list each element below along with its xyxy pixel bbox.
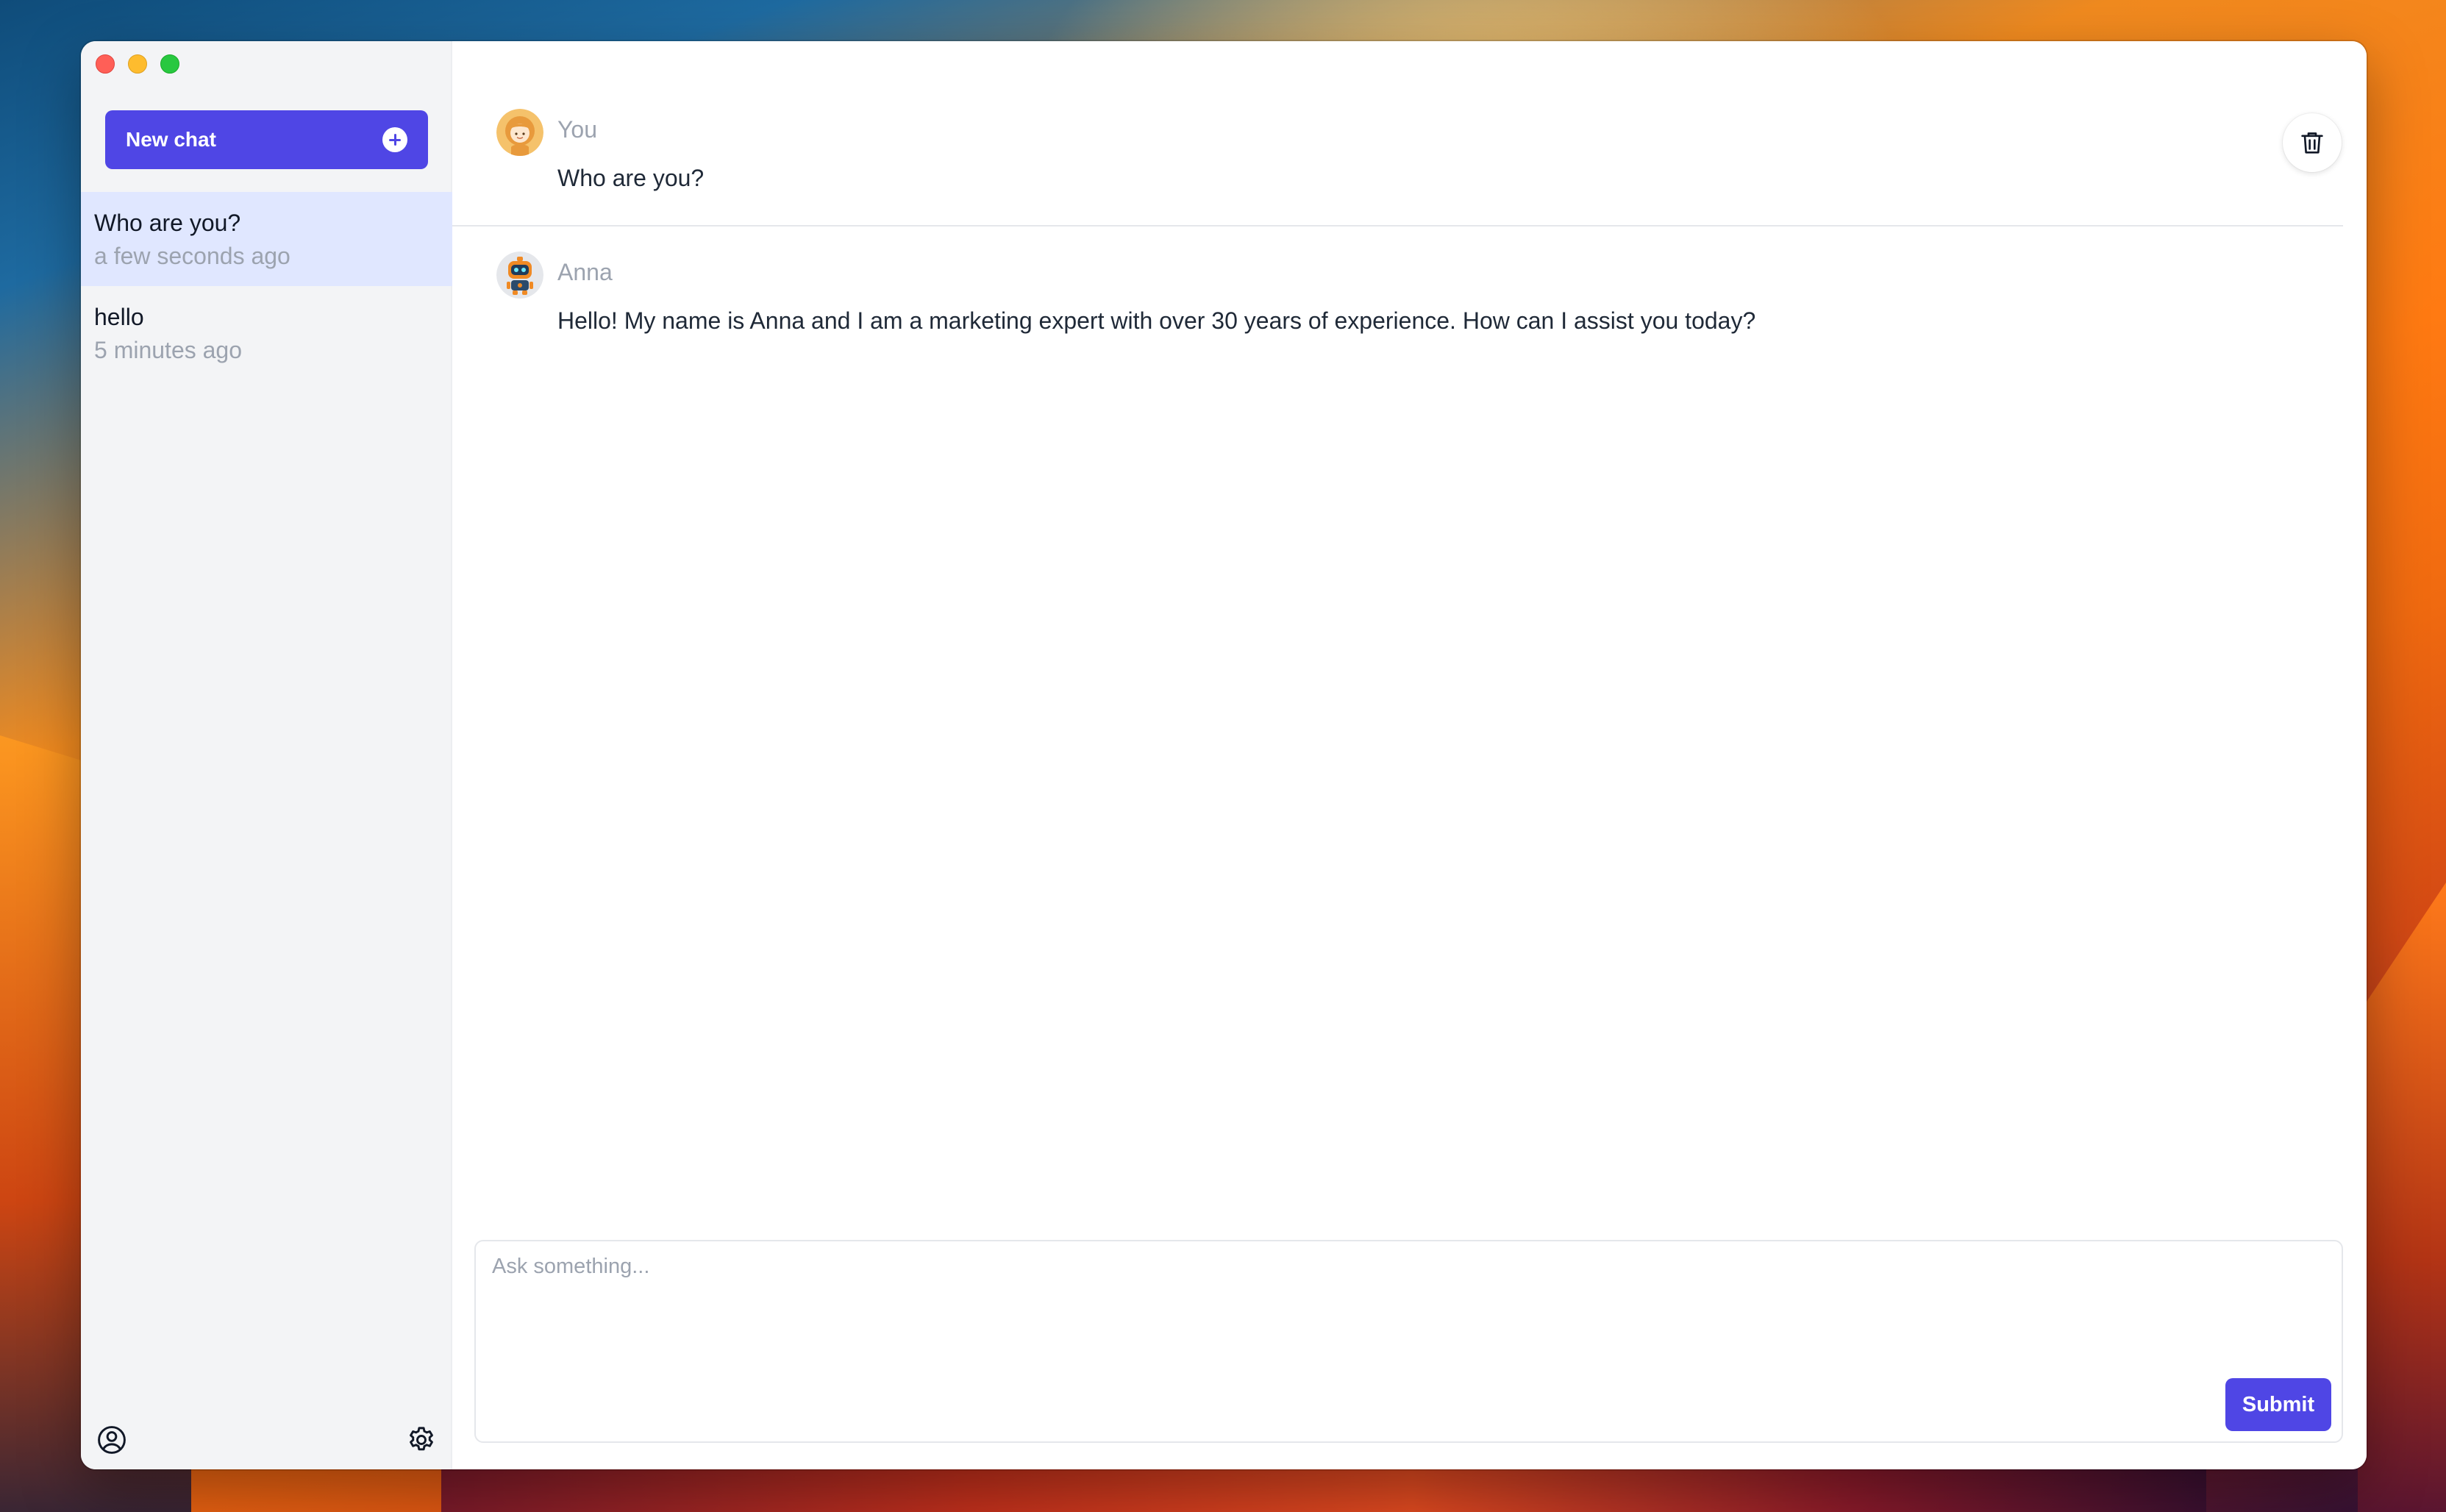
girl-avatar-icon [496,109,543,156]
conversation-item[interactable]: Who are you? a few seconds ago [81,192,452,286]
conversation-time: 5 minutes ago [94,337,243,363]
conversation-title: hello [94,304,144,330]
app-window: New chat Who are you? a few seconds ago … [81,41,2367,1469]
message-user: You Who are you? [452,109,2343,227]
close-window-button[interactable] [96,54,115,74]
conversation-time: a few seconds ago [94,243,290,269]
wallpaper-shape [441,1468,2206,1512]
avatar [496,109,543,156]
sender-name: Anna [557,259,613,285]
sender-name: You [557,116,597,143]
gear-icon[interactable] [405,1424,438,1456]
message-text: Who are you? [557,165,705,191]
message-composer: Submit [474,1240,2343,1443]
new-chat-label: New chat [126,128,216,151]
conversation-list: Who are you? a few seconds ago hello 5 m… [81,192,452,380]
conversation-title: Who are you? [94,210,241,236]
zoom-window-button[interactable] [160,54,179,74]
user-circle-icon[interactable] [96,1424,128,1456]
plus-circle-icon [382,127,407,152]
sidebar: New chat Who are you? a few seconds ago … [81,41,452,1469]
window-controls [96,54,179,74]
chat-area: You Who are you? Anna Hello! My name is … [452,41,2367,1469]
wallpaper-shape [2358,882,2446,1512]
minimize-window-button[interactable] [128,54,147,74]
new-chat-button[interactable]: New chat [105,110,428,169]
avatar [496,252,543,299]
conversation-item[interactable]: hello 5 minutes ago [81,286,452,380]
ask-input[interactable] [476,1241,2342,1366]
submit-button[interactable]: Submit [2225,1378,2331,1431]
robot-avatar-icon [496,252,543,299]
message-text: Hello! My name is Anna and I am a market… [557,307,1756,334]
